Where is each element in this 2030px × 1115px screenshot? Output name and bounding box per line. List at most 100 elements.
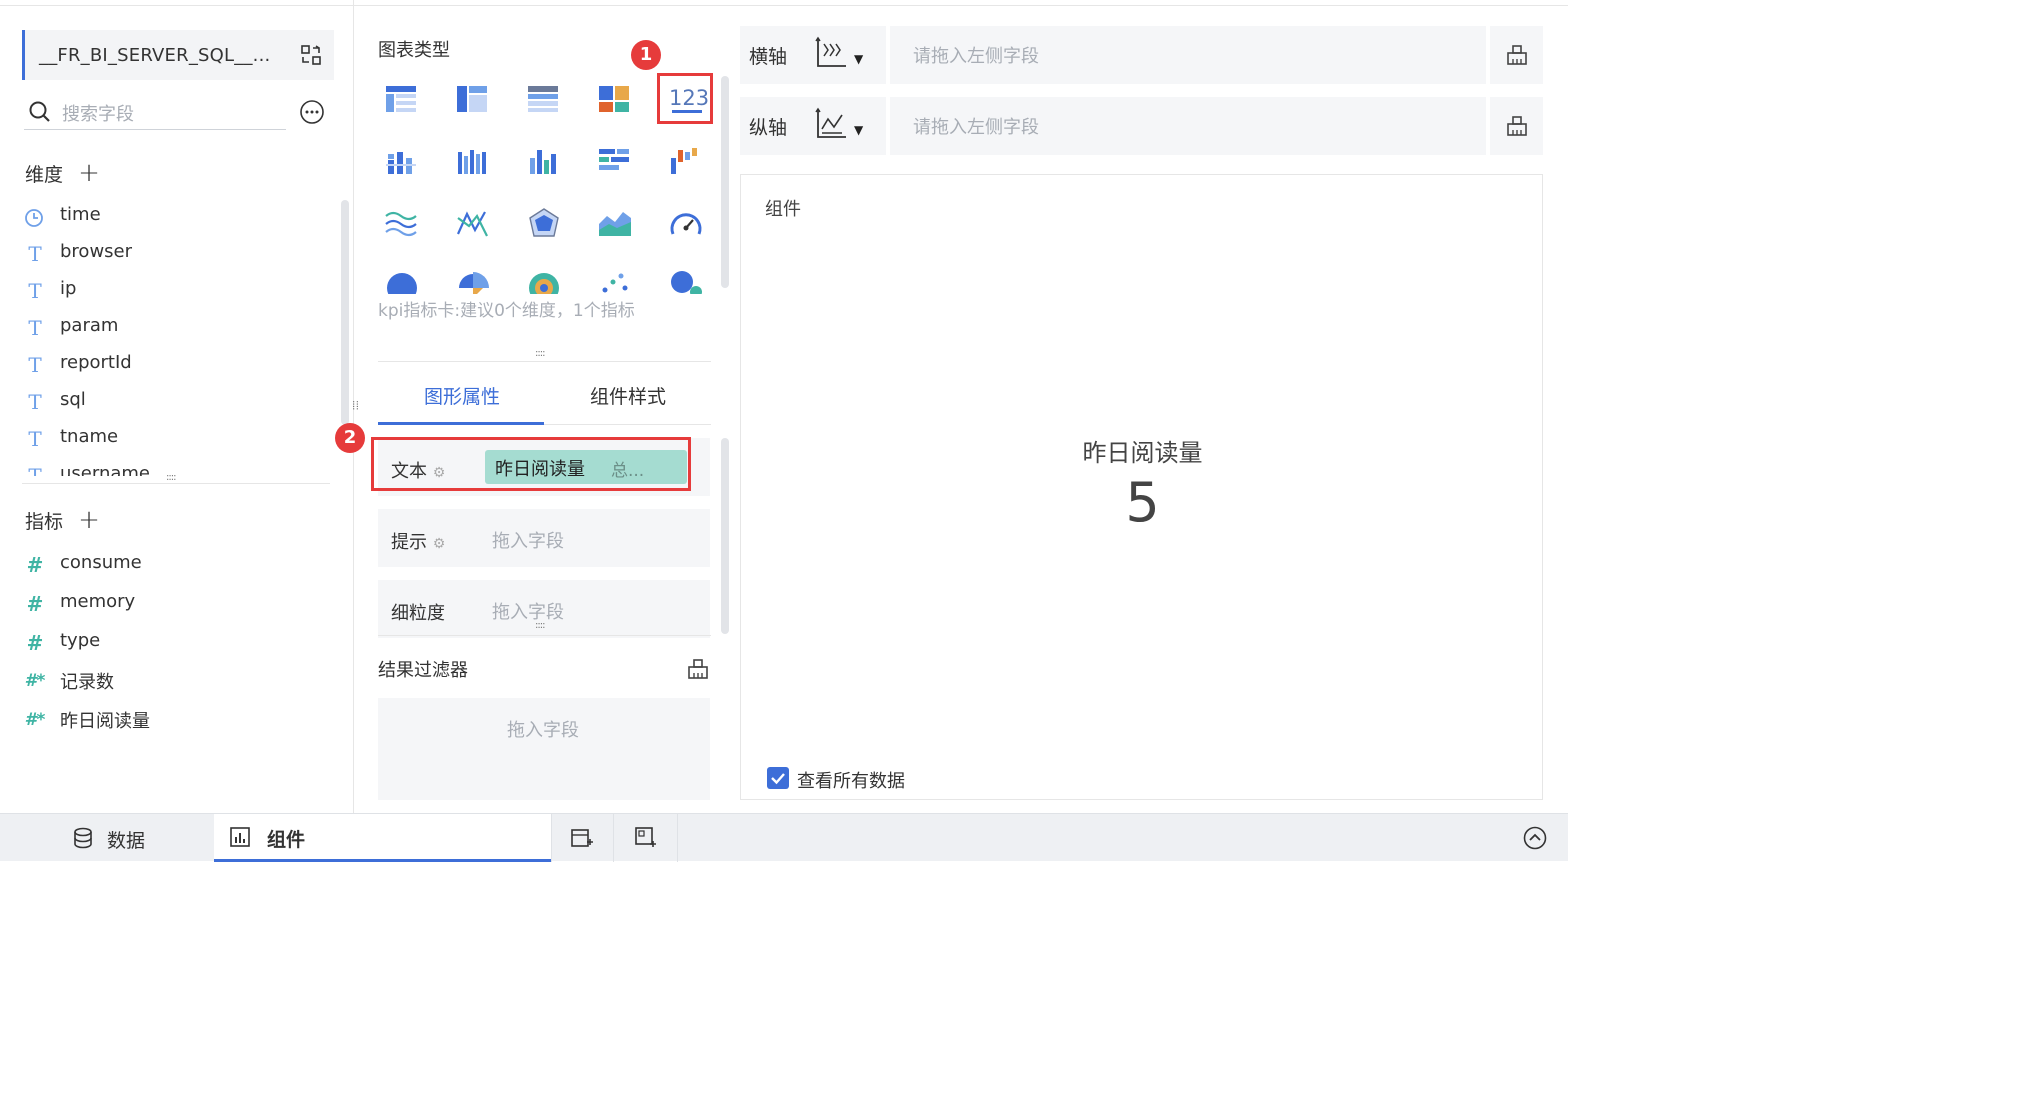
waterfall-chart-icon[interactable] [668,144,704,180]
granularity-drop-zone[interactable]: 拖入字段 [492,598,564,624]
rose-chart-icon[interactable] [455,268,491,294]
filter-clear-icon[interactable] [686,657,710,681]
collapse-up-icon[interactable] [1523,826,1547,850]
dimension-item[interactable]: T reportId [24,348,324,385]
text-field-pill[interactable]: 昨日阅读量 总... [485,450,687,484]
bar-chart-icon[interactable] [597,144,633,180]
result-filter-drop-zone[interactable]: 拖入字段 [378,698,710,800]
y-axis-label-box: 纵轴 ▼ [740,97,886,155]
measure-item[interactable]: #* 昨日阅读量 [24,703,324,740]
field-name: ip [60,278,77,299]
gear-icon[interactable]: ⚙ [433,536,446,552]
number-type-icon: # [26,631,44,655]
widget-preview[interactable]: 组件 昨日阅读量 5 查看所有数据 [740,174,1543,800]
column-chart-icon[interactable] [526,144,562,180]
text-type-icon: T [28,242,42,266]
line-chart-icon[interactable] [384,206,420,242]
dimension-scrollbar[interactable] [341,200,349,425]
measure-item[interactable]: # type [24,626,324,663]
step-badge-2: 2 [335,423,365,453]
number-type-icon: # [26,592,44,616]
dimension-item[interactable]: time [24,200,324,237]
calculated-field-icon: #* [24,671,46,691]
x-axis-type-icon[interactable] [814,36,848,70]
chevron-down-icon[interactable]: ▼ [854,52,863,66]
text-type-icon: T [28,427,42,451]
brush-icon [1507,116,1527,136]
resize-handle[interactable]: :::: [166,472,177,483]
chart-type-scrollbar[interactable] [721,76,729,288]
switch-dataset-icon[interactable] [300,44,322,66]
x-axis-placeholder: 请拖入左侧字段 [913,46,1039,67]
dataset-selector[interactable]: __FR_BI_SERVER_SQL__... [22,30,334,80]
scatter-chart-icon[interactable] [597,268,633,294]
measure-header: 指标 + [25,505,100,535]
field-name: type [60,630,101,651]
text-type-icon: T [28,279,42,303]
bubble-chart-icon[interactable] [668,268,704,294]
property-scrollbar[interactable] [721,438,729,634]
chart-icon [230,827,250,847]
dimension-list: time T browser T ip T param T reportId T… [24,200,334,476]
text-type-icon: T [28,390,42,414]
bottom-tab-widget[interactable]: 组件 [214,814,551,862]
add-widget-icon[interactable] [571,827,593,849]
stacked-column-icon[interactable] [384,144,420,180]
add-component-icon[interactable] [635,827,657,849]
radar-chart-icon[interactable] [526,206,562,242]
chevron-down-icon[interactable]: ▼ [854,123,863,137]
field-name: time [60,204,101,225]
resize-handle[interactable]: :::: [535,620,546,631]
dimension-item[interactable]: T browser [24,237,324,274]
field-name: browser [60,241,133,262]
polyline-chart-icon[interactable] [455,206,491,242]
panel-resize-handle[interactable]: :::: [350,400,361,409]
bottom-tab-data-label: 数据 [107,830,146,852]
pie-chart-icon[interactable] [384,268,420,294]
detail-table-icon[interactable] [526,82,562,118]
y-axis-clear[interactable] [1490,97,1543,155]
grouped-column-icon[interactable] [455,144,491,180]
kpi-card-icon: 123 [669,86,710,110]
measure-item[interactable]: #* 记录数 [24,664,324,701]
dataset-name: __FR_BI_SERVER_SQL__... [39,45,271,66]
tip-drop-zone[interactable]: 拖入字段 [492,527,564,553]
chart-type-title: 图表类型 [378,40,450,61]
dimension-item[interactable]: T tname [24,422,324,459]
field-name: 记录数 [60,672,114,693]
add-measure-button[interactable]: + [78,505,100,535]
measure-item[interactable]: # memory [24,587,324,624]
field-name: reportId [60,352,132,373]
x-axis-clear[interactable] [1490,26,1543,84]
dimension-title: 维度 [25,164,64,186]
dimension-item[interactable]: T ip [24,274,324,311]
dimension-item[interactable]: T param [24,311,324,348]
y-axis-type-icon[interactable] [814,107,848,141]
gauge-chart-icon[interactable] [668,206,704,242]
pill-aggregation[interactable]: 总... [611,456,644,481]
multi-pie-icon[interactable] [526,268,562,294]
tab-graph-properties[interactable]: 图形属性 [424,382,500,409]
field-name: username [60,463,150,476]
add-dimension-button[interactable]: + [78,158,100,188]
tip-property-row[interactable]: 提示 ⚙ 拖入字段 [378,509,710,567]
view-all-checkbox[interactable] [767,767,789,789]
measure-item[interactable]: # consume [24,548,324,585]
text-widget-icon[interactable] [597,82,633,118]
area-chart-icon[interactable] [597,206,633,242]
dimension-item[interactable]: T sql [24,385,324,422]
y-axis-drop-zone[interactable]: 请拖入左侧字段 [890,97,1486,155]
tab-widget-style[interactable]: 组件样式 [590,382,666,409]
measure-title: 指标 [25,511,64,533]
text-type-icon: T [28,316,42,340]
table-chart-icon[interactable] [384,82,420,118]
more-options-icon[interactable] [299,99,325,125]
number-type-icon: # [26,553,44,577]
group-table-icon[interactable] [455,82,491,118]
tip-property-label: 提示 ⚙ [391,528,445,554]
resize-handle[interactable]: :::: [535,348,546,359]
x-axis-drop-zone[interactable]: 请拖入左侧字段 [890,26,1486,84]
field-search[interactable]: 搜索字段 [24,92,286,130]
search-input[interactable]: 搜索字段 [62,100,134,126]
bottom-tab-data[interactable]: 数据 [0,814,214,862]
